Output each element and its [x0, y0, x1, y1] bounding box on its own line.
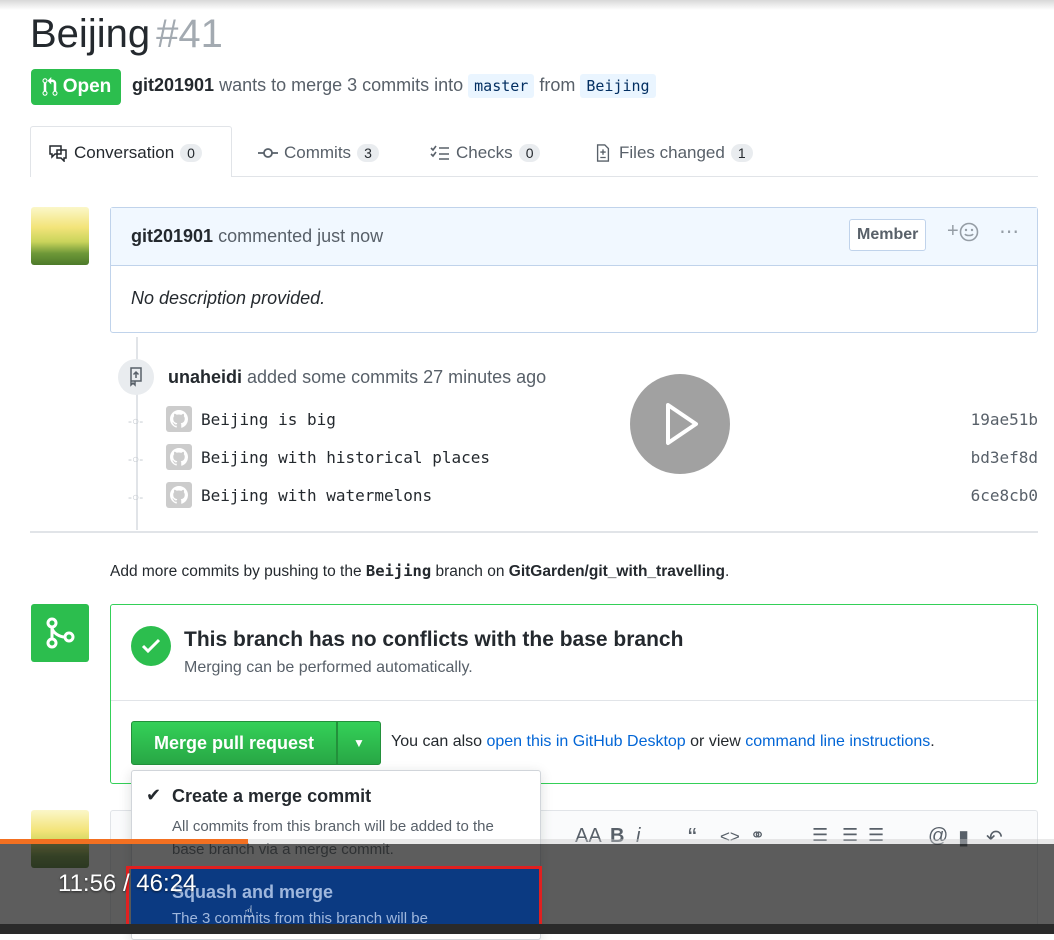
pr-state-badge: Open	[31, 69, 121, 105]
pr-number: #41	[156, 12, 223, 56]
video-timestamp: 11:56 / 46:24	[58, 870, 197, 897]
github-avatar-icon[interactable]	[166, 444, 192, 470]
commit-node-icon: -○-	[128, 414, 144, 428]
play-icon	[666, 403, 698, 445]
commit-sha[interactable]: 6ce8cb0	[971, 486, 1038, 505]
merge-method-dropdown-button[interactable]: ▼	[337, 721, 381, 765]
push-note-repo[interactable]: GitGarden/git_with_travelling	[509, 563, 725, 580]
comment-body: No description provided.	[131, 288, 326, 308]
add-reaction-button[interactable]: +	[947, 220, 979, 243]
pr-meta-text: wants to merge 3 commits into	[214, 75, 469, 95]
more-options-icon[interactable]: ⋯	[999, 219, 1020, 244]
git-merge-icon	[31, 604, 89, 662]
tab-checks[interactable]: Checks 0	[430, 138, 541, 168]
avatar[interactable]	[31, 207, 89, 265]
checkmark-icon: ✔	[146, 785, 162, 805]
file-diff-icon	[596, 144, 610, 162]
tab-conversation-label: Conversation	[74, 143, 175, 162]
pull-request-icon	[42, 77, 58, 96]
merge-pull-request-button[interactable]: Merge pull request	[131, 721, 337, 765]
repo-push-icon	[118, 359, 154, 395]
merge-status-subtitle: Merging can be performed automatically.	[184, 659, 473, 676]
tab-files-label: Files changed	[619, 143, 725, 162]
comment-meta: git201901 commented just now	[131, 226, 383, 247]
open-github-desktop-link[interactable]: open this in GitHub Desktop	[486, 733, 685, 750]
commit-node-icon: -○-	[128, 452, 144, 466]
command-line-instructions-link[interactable]: command line instructions	[745, 733, 930, 750]
tab-files-changed[interactable]: Files changed 1	[593, 138, 753, 168]
also-prefix: You can also	[391, 733, 487, 750]
pr-title-text: Beijing	[30, 12, 151, 56]
smiley-icon	[959, 222, 978, 241]
caret-down-icon: ▼	[353, 736, 365, 750]
push-note-suffix: .	[724, 563, 730, 580]
commit-message[interactable]: Beijing with historical places	[201, 448, 490, 467]
commit-message[interactable]: Beijing is big	[201, 410, 336, 429]
timeline-action: added some commits 27 minutes ago	[242, 367, 547, 387]
merge-alternatives: You can also open this in GitHub Desktop…	[391, 733, 935, 751]
commit-sha[interactable]: 19ae51b	[971, 410, 1038, 429]
tab-commits[interactable]: Commits 3	[258, 138, 379, 168]
member-badge: Member	[849, 219, 927, 251]
video-bottom-bar	[0, 924, 1054, 934]
pr-author-link[interactable]: git201901	[132, 75, 214, 95]
merge-status-title: This branch has no conflicts with the ba…	[184, 628, 684, 651]
pr-meta-from: from	[534, 75, 581, 95]
tab-commits-count: 3	[357, 144, 379, 162]
cursor-hand-icon: ☝	[244, 904, 254, 921]
tab-conversation-count: 0	[180, 144, 202, 162]
commit-icon	[258, 148, 278, 158]
base-branch[interactable]: master	[468, 74, 535, 98]
tab-checks-count: 0	[518, 144, 541, 162]
tab-checks-label: Checks	[456, 143, 513, 162]
comment-author-link[interactable]: git201901	[131, 226, 213, 246]
tab-conversation[interactable]: Conversation 0	[48, 138, 202, 168]
github-avatar-icon[interactable]	[166, 482, 192, 508]
tab-files-count: 1	[730, 144, 753, 162]
push-note-mid: branch on	[431, 563, 509, 580]
check-circle-icon	[131, 626, 171, 666]
push-note-prefix: Add more commits by pushing to the	[110, 563, 366, 580]
commit-node-icon: -○-	[128, 490, 144, 504]
timeline-end-divider	[30, 531, 1038, 533]
push-note-branch: Beijing	[365, 562, 432, 580]
pr-state-label: Open	[62, 76, 112, 97]
pr-title: Beijing #41	[30, 12, 223, 57]
reaction-plus: +	[947, 220, 959, 242]
pr-meta: git201901 wants to merge 3 commits into …	[132, 74, 656, 98]
merge-box: This branch has no conflicts with the ba…	[110, 604, 1038, 784]
comment-action: commented just now	[213, 226, 384, 246]
head-branch[interactable]: Beijing	[580, 74, 656, 98]
top-shadow	[0, 0, 1054, 10]
commit-message[interactable]: Beijing with watermelons	[201, 486, 432, 505]
push-note: Add more commits by pushing to the Beiji…	[110, 562, 729, 581]
also-suffix: .	[930, 733, 935, 750]
comment-box: git201901 commented just now Member + ⋯ …	[110, 207, 1038, 333]
timeline-event: unaheidi added some commits 27 minutes a…	[168, 367, 546, 388]
also-mid: or view	[685, 733, 746, 750]
github-avatar-icon[interactable]	[166, 406, 192, 432]
timeline-actor[interactable]: unaheidi	[168, 367, 242, 387]
menu-item-create-merge-commit[interactable]: Create a merge commit	[172, 786, 371, 807]
merge-box-divider	[111, 700, 1037, 701]
commit-sha[interactable]: bd3ef8d	[971, 448, 1038, 467]
checks-icon	[430, 145, 449, 160]
comment-icon	[49, 145, 67, 162]
tab-commits-label: Commits	[284, 143, 352, 162]
play-button[interactable]	[630, 374, 730, 474]
